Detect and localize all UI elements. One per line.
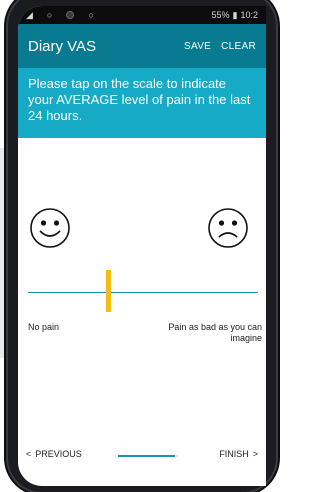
vas-scale-line[interactable] [28,292,258,293]
save-button[interactable]: SAVE [184,41,211,52]
camera-icon [66,11,75,19]
chevron-left-icon: < [26,449,32,459]
finish-button[interactable]: FINISH > [219,449,258,459]
notification-icon: ○ [46,10,53,20]
phone-frame: ◢ ○ ○ 55% ▮ 10:2 Diary VAS SAVE CLEAR Pl… [8,0,276,492]
page-title: Diary VAS [28,37,97,55]
vas-scale-marker[interactable] [106,270,111,312]
progress-track [118,455,178,457]
previous-button[interactable]: < PREVIOUS [26,449,82,459]
status-bar: ◢ ○ ○ 55% ▮ 10:2 [18,6,266,24]
happy-face-icon [30,208,70,248]
app-bar: Diary VAS SAVE CLEAR [18,24,266,68]
finish-label: FINISH [219,449,249,459]
sensor-icon: ○ [88,10,94,20]
battery-percent: 55% [211,10,230,20]
sad-face-icon [208,208,248,248]
scale-left-label: No pain [28,322,60,332]
clear-button[interactable]: CLEAR [221,41,256,52]
clock: 10:2 [240,10,258,20]
signal-icon: ◢ [26,9,33,20]
phone-screen: ◢ ○ ○ 55% ▮ 10:2 Diary VAS SAVE CLEAR Pl… [18,6,266,486]
scale-right-label: Pain as bad as you can imagine [168,322,262,343]
battery-icon: ▮ [232,9,238,20]
vas-content: No pain Pain as bad as you can imagine [18,138,266,468]
chevron-right-icon: > [252,449,258,459]
previous-label: PREVIOUS [35,449,82,459]
bottom-navigation: < PREVIOUS FINISH > [18,449,266,465]
instruction-text: Please tap on the scale to indicate your… [18,68,266,138]
progress-fill [118,455,175,457]
